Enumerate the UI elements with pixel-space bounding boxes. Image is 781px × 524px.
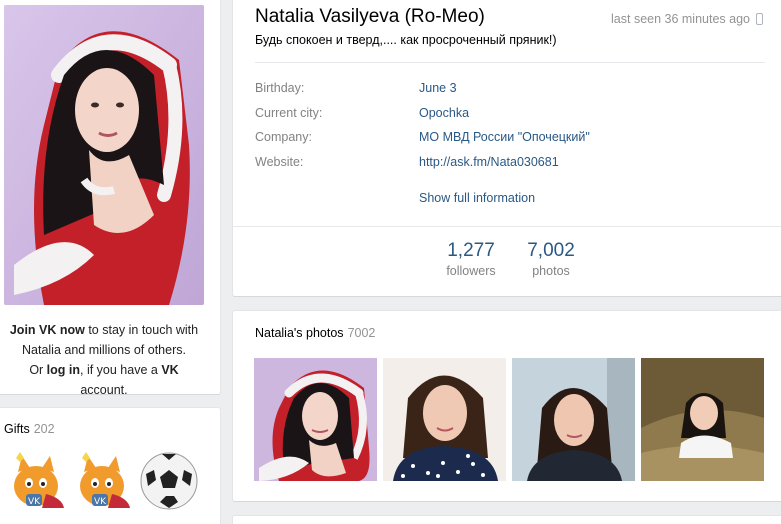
website-link[interactable]: http://ask.fm/Nata030681 [419,155,559,169]
photos-title: Natalia's photos [255,326,344,340]
info-label: Birthday: [255,81,305,95]
photos-header[interactable]: Natalia's photos 7002 [255,326,375,340]
info-row-website: Website: http://ask.fm/Nata030681 [255,155,559,169]
join-text: to stay in touch with [84,323,199,337]
company-link[interactable]: МО МВД России "Опочецкий" [419,130,590,144]
soccer-ball-icon[interactable] [138,450,200,512]
account-text: account. [80,383,128,397]
svg-text:VK: VK [28,497,41,507]
join-text-line2: Natalia and millions of others. [22,343,186,357]
info-label: Company: [255,130,312,144]
profile-avatar[interactable] [4,5,204,305]
info-row-city: Current city: Opochka [255,106,469,120]
followers-label: followers [446,264,496,278]
followers-count: 1,277 [447,240,495,261]
divider [255,62,765,63]
info-label: Current city: [255,106,323,120]
profile-card: Natalia Vasilyeva (Ro-Meo) last seen 36 … [233,0,781,296]
divider [233,226,781,227]
info-row-birthday: Birthday: June 3 [255,81,457,95]
photo-thumbnail[interactable] [383,358,506,481]
last-seen-status: last seen 36 minutes ago [611,12,750,26]
or-text: Or [29,363,47,377]
photos-label: photos [532,264,570,278]
photos-card: Natalia's photos 7002 [233,311,781,501]
next-section-card [233,516,781,524]
join-prompt: Join VK now to stay in touch with Natali… [4,320,204,400]
vk-brand-text: VK [161,363,179,377]
followers-counter[interactable]: 1,277 followers [439,240,503,278]
cat-gift-icon[interactable]: VK [72,450,134,512]
login-link[interactable]: log in [47,363,80,377]
join-vk-link[interactable]: Join VK now [10,323,85,337]
photos-header-count: 7002 [347,326,376,340]
svg-text:VK: VK [94,497,107,507]
gifts-card: Gifts 202 VK VK [0,408,220,524]
show-full-info-button[interactable]: Show full information [419,191,535,205]
status-text: Будь спокоен и тверд,.... как просроченн… [255,33,557,47]
city-link[interactable]: Opochka [419,106,469,120]
cat-gift-icon[interactable]: VK [6,450,68,512]
photo-thumbnail[interactable] [641,358,764,481]
info-row-company: Company: МО МВД России "Опочецкий" [255,130,590,144]
if-you-have-text: , if you have a [80,363,162,377]
photos-counter[interactable]: 7,002 photos [519,240,583,278]
gifts-header[interactable]: Gifts 202 [4,422,55,436]
profile-name: Natalia Vasilyeva (Ro-Meo) [255,6,485,27]
info-label: Website: [255,155,304,169]
avatar-card: Join VK now to stay in touch with Natali… [0,0,220,397]
gifts-title: Gifts [4,422,30,436]
photo-thumbnail[interactable] [254,358,377,481]
birthday-link[interactable]: June 3 [419,81,457,95]
mobile-icon [756,13,763,25]
photo-thumbnail[interactable] [512,358,635,481]
photos-count: 7,002 [527,240,575,261]
gifts-count: 202 [33,422,55,436]
